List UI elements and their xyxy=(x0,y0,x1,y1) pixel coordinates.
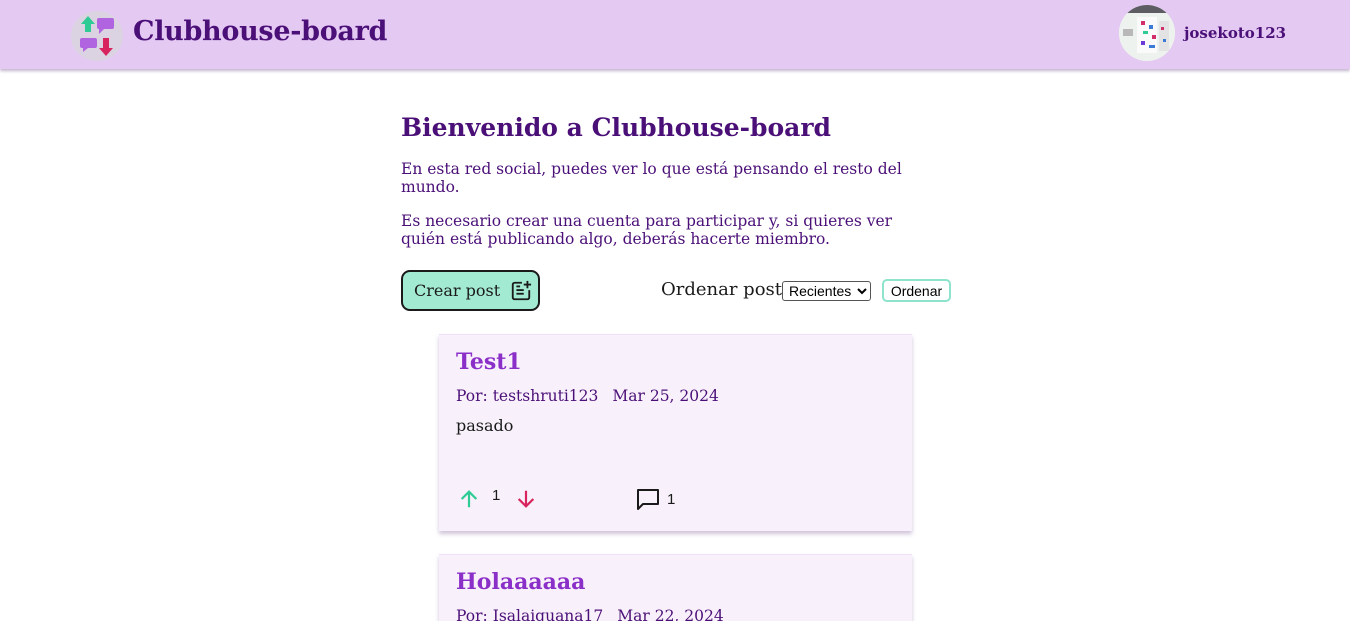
comment-icon[interactable] xyxy=(636,487,660,511)
intro-paragraph-membership: Es necesario crear una cuenta para parti… xyxy=(401,212,893,248)
upvote-arrow-icon[interactable] xyxy=(458,488,480,510)
downvote-arrow-icon[interactable] xyxy=(515,488,537,510)
post-toolbar: Crear post Ordenar post Recientes Ordena… xyxy=(401,270,961,311)
post-body: pasado xyxy=(456,416,514,435)
user-avatar[interactable] xyxy=(1119,5,1175,61)
create-post-label: Crear post xyxy=(414,281,501,300)
post-card[interactable]: Test1 Por: testshruti123 Mar 25, 2024 pas… xyxy=(439,334,912,531)
brand-title[interactable]: Clubhouse-board xyxy=(133,16,387,47)
intro-paragraph: En esta red social, puedes ver lo que es… xyxy=(401,160,902,196)
order-button[interactable]: Ordenar xyxy=(882,279,951,302)
post-card[interactable]: Holaaaaaa Por: Isalaiguana17 Mar 22, 2024 xyxy=(439,554,912,621)
post-author: Por: Isalaiguana17 xyxy=(456,607,604,621)
create-post-button[interactable]: Crear post xyxy=(401,270,540,311)
post-date: Mar 25, 2024 xyxy=(612,387,719,405)
post-meta: Por: testshruti123 Mar 25, 2024 xyxy=(456,387,719,405)
welcome-section: Bienvenido a Clubhouse-board En esta red… xyxy=(401,112,961,248)
post-title[interactable]: Holaaaaaa xyxy=(456,569,585,595)
order-select[interactable]: Recientes xyxy=(782,281,871,301)
post-author: Por: testshruti123 xyxy=(456,387,599,405)
post-title[interactable]: Test1 xyxy=(456,349,522,375)
note-add-icon xyxy=(511,280,532,300)
top-header: Clubhouse-board josekoto123 xyxy=(0,0,1350,69)
post-meta: Por: Isalaiguana17 Mar 22, 2024 xyxy=(456,607,724,621)
order-posts-label: Ordenar post xyxy=(661,279,783,300)
page-title: Bienvenido a Clubhouse-board xyxy=(401,113,832,142)
chat-vote-logo-icon[interactable] xyxy=(71,11,123,61)
post-date: Mar 22, 2024 xyxy=(617,607,724,621)
username-label[interactable]: josekoto123 xyxy=(1184,24,1286,42)
vote-count: 1 xyxy=(492,487,501,504)
comment-count: 1 xyxy=(667,491,676,508)
